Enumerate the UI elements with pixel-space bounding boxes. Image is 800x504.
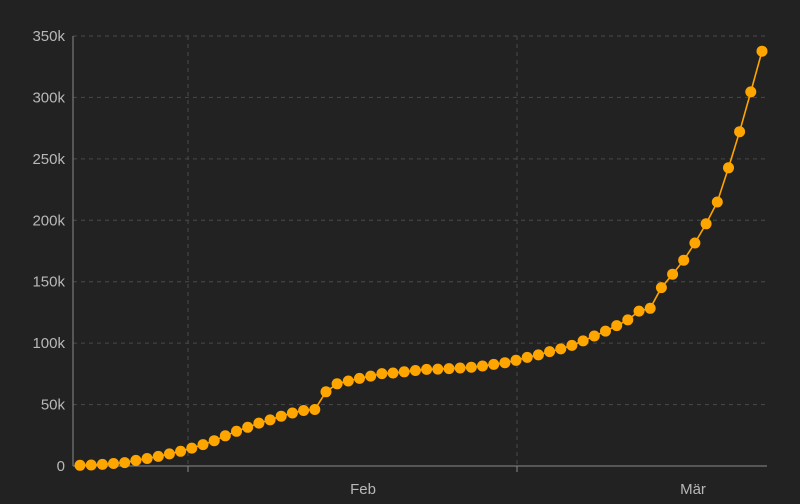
data-point[interactable] [197, 439, 209, 451]
y-tick-label: 250k [32, 151, 65, 168]
data-point[interactable] [644, 302, 656, 314]
data-point[interactable] [566, 339, 578, 351]
line-chart: 0 50k 100k 150k 200k 250k 300k 350k Feb Mär [32, 28, 768, 498]
data-point[interactable] [521, 351, 533, 363]
data-point[interactable] [354, 372, 365, 384]
data-point[interactable] [119, 457, 131, 469]
data-point[interactable] [711, 196, 723, 208]
data-point[interactable] [734, 126, 746, 138]
y-tick-label: 50k [41, 397, 66, 414]
x-tick-label: Mär [680, 481, 706, 498]
y-tick-label: 350k [32, 28, 65, 45]
y-tick-label: 200k [32, 212, 65, 229]
data-point[interactable] [186, 442, 198, 454]
y-tick-label: 0 [57, 458, 65, 475]
data-point[interactable] [175, 445, 187, 457]
y-axis-tick-labels: 0 50k 100k 150k 200k 250k 300k 350k [32, 28, 65, 475]
data-point[interactable] [409, 365, 421, 376]
data-point[interactable] [331, 378, 343, 390]
data-point[interactable] [700, 218, 712, 230]
data-point[interactable] [488, 358, 500, 370]
data-point[interactable] [600, 325, 611, 337]
data-point[interactable] [376, 368, 388, 380]
data-point[interactable] [655, 282, 667, 294]
data-point[interactable] [85, 459, 97, 471]
data-point[interactable] [208, 435, 220, 447]
data-point[interactable] [633, 305, 645, 317]
data-point[interactable] [298, 405, 310, 416]
data-point[interactable] [510, 354, 522, 366]
data-point[interactable] [678, 254, 690, 266]
data-point[interactable] [477, 360, 488, 372]
data-point[interactable] [130, 454, 142, 466]
data-point[interactable] [320, 386, 332, 398]
grid [73, 35, 767, 466]
data-point[interactable] [342, 375, 354, 387]
data-point[interactable] [689, 237, 701, 249]
y-tick-label: 300k [32, 89, 65, 106]
data-point[interactable] [745, 86, 757, 98]
data-point[interactable] [622, 314, 634, 326]
data-point[interactable] [163, 448, 175, 460]
data-point[interactable] [454, 362, 466, 374]
data-point[interactable] [443, 363, 455, 375]
y-tick-label: 150k [32, 274, 65, 291]
data-point[interactable] [309, 404, 321, 415]
data-point[interactable] [286, 407, 298, 419]
series-line [79, 50, 763, 467]
data-point[interactable] [365, 370, 377, 382]
data-point[interactable] [421, 363, 433, 375]
data-point[interactable] [465, 361, 477, 373]
data-point[interactable] [432, 363, 444, 375]
data-point[interactable] [611, 320, 623, 332]
data-point[interactable] [387, 367, 399, 379]
data-point[interactable] [152, 450, 164, 462]
data-point[interactable] [242, 421, 254, 433]
data-point[interactable] [264, 414, 276, 426]
y-tick-label: 100k [32, 335, 65, 352]
x-axis-tick-labels: Feb Mär [350, 481, 706, 498]
series [74, 45, 768, 471]
data-point[interactable] [398, 366, 410, 378]
data-point[interactable] [532, 349, 544, 361]
data-point[interactable] [219, 430, 231, 442]
data-point[interactable] [667, 268, 679, 280]
data-point[interactable] [141, 453, 153, 464]
data-point[interactable] [588, 330, 600, 342]
data-point[interactable] [756, 45, 768, 57]
data-point[interactable] [275, 410, 287, 422]
data-point[interactable] [499, 357, 511, 369]
axes [72, 36, 767, 472]
data-point[interactable] [253, 417, 265, 429]
data-point[interactable] [74, 459, 86, 471]
data-point[interactable] [108, 458, 119, 469]
data-point[interactable] [555, 343, 567, 355]
data-point[interactable] [231, 425, 242, 437]
data-point[interactable] [544, 346, 556, 358]
x-tick-label: Feb [350, 481, 376, 498]
data-point[interactable] [577, 335, 589, 347]
data-point[interactable] [723, 162, 734, 174]
data-point[interactable] [96, 458, 108, 470]
chart-container: 0 50k 100k 150k 200k 250k 300k 350k Feb Mär [0, 0, 800, 504]
